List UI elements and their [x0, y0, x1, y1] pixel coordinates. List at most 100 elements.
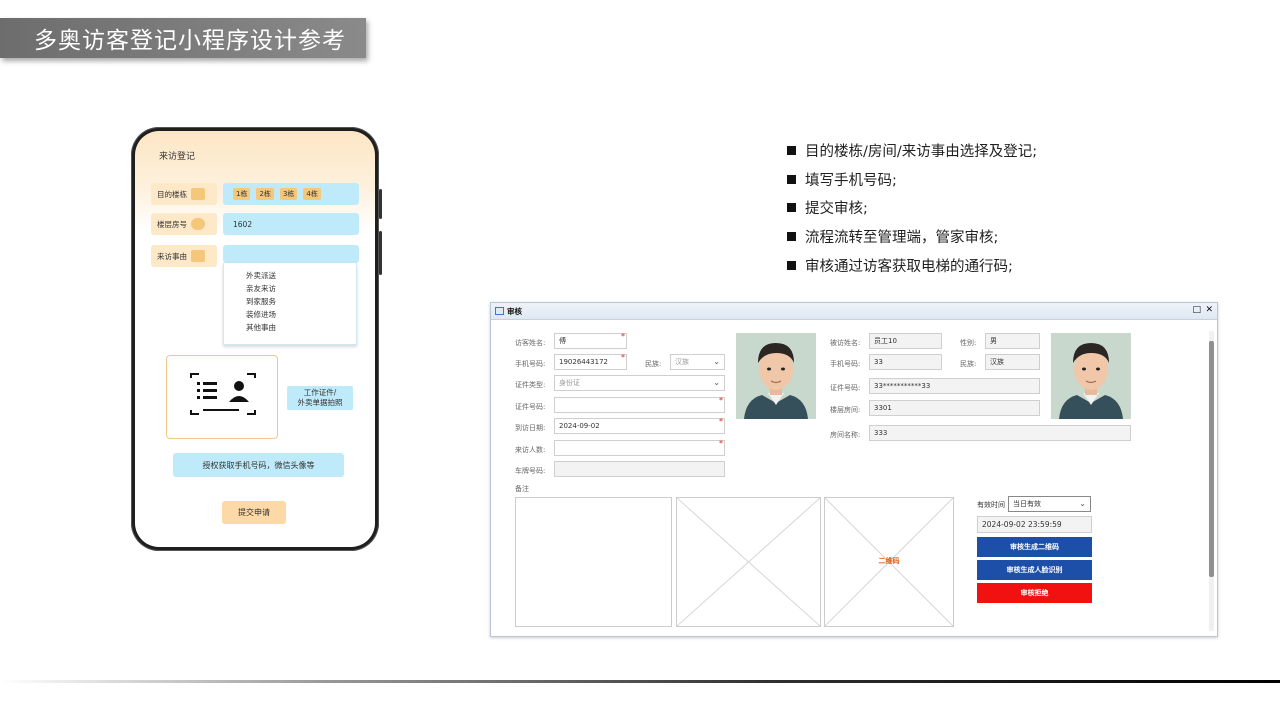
visitor-name-value: 傅: [559, 337, 566, 345]
room-label: 楼层房号: [151, 213, 217, 235]
screen-title: 来访登记: [159, 152, 196, 162]
ethnicity-select[interactable]: 汉族 ⌄: [670, 354, 725, 370]
submit-button[interactable]: 提交申请: [222, 501, 286, 524]
valid-time-select[interactable]: 当日有效 ⌄: [1008, 496, 1091, 512]
reason-label: 来访事由: [151, 245, 217, 267]
chevron-down-icon: ⌄: [1079, 499, 1086, 508]
building-icon: [191, 188, 205, 200]
required-marker: *: [621, 353, 625, 362]
valid-time-label: 有效时间: [977, 501, 1005, 509]
feature-list: 目的楼栋/房间/来访事由选择及登记; 填写手机号码; 提交审核; 流程流转至管理…: [787, 136, 1037, 280]
host-photo: [1051, 333, 1131, 419]
floor-room-input[interactable]: 3301: [869, 400, 1040, 416]
plate-label: 车牌号码:: [515, 467, 546, 475]
slide-title: 多奥访客登记小程序设计参考: [0, 18, 366, 58]
reason-option[interactable]: 外卖派送: [246, 269, 356, 282]
building-chip-4[interactable]: 4栋: [303, 188, 321, 200]
phone-mockup: 来访登记 目的楼栋 1栋 2栋 3栋 4栋 楼层房号 1602 来访事由 外卖派…: [131, 127, 382, 551]
document-icon: [191, 250, 205, 262]
id-number-input[interactable]: *: [554, 396, 725, 413]
remark-textarea[interactable]: [515, 497, 672, 627]
host-ethnicity-label: 民族:: [960, 360, 977, 368]
host-ethnicity-input[interactable]: 汉族: [985, 354, 1040, 370]
chevron-down-icon: ⌄: [713, 357, 720, 366]
reject-button[interactable]: 审核拒绝: [977, 583, 1092, 603]
building-selector: 1栋 2栋 3栋 4栋: [223, 183, 359, 205]
reason-option[interactable]: 装修进场: [246, 308, 356, 321]
reason-option[interactable]: 其他事由: [246, 321, 356, 334]
upload-hint-line-2: 外卖单据拍照: [297, 398, 343, 407]
host-phone-input[interactable]: 33: [869, 354, 942, 370]
id-type-value: 身份证: [559, 379, 580, 387]
required-marker: *: [719, 396, 723, 405]
feature-item: 填写手机号码;: [787, 165, 1037, 194]
building-chip-2[interactable]: 2栋: [256, 188, 274, 200]
feature-text: 流程流转至管理端，管家审核;: [805, 230, 999, 247]
phone-input[interactable]: 19026443172 *: [554, 353, 627, 370]
valid-until-display: 2024-09-02 23:59:59: [977, 516, 1092, 533]
visit-date-label: 到访日期:: [515, 424, 546, 432]
phone-label: 手机号码:: [515, 360, 546, 368]
host-name-input[interactable]: 员工10: [869, 333, 942, 349]
dialog-title: 审核: [507, 306, 522, 316]
visitor-name-input[interactable]: 傅 *: [554, 332, 627, 349]
square-bullet-icon: [787, 232, 796, 242]
room-input[interactable]: 1602: [223, 213, 359, 235]
image-placeholder: [676, 497, 821, 627]
bottom-divider: [0, 680, 1280, 683]
feature-text: 目的楼栋/房间/来访事由选择及登记;: [805, 143, 1038, 160]
phone-side-button: [379, 231, 382, 275]
close-icon[interactable]: ✕: [1205, 305, 1213, 315]
square-bullet-icon: [787, 174, 796, 184]
phone-screen: 来访登记 目的楼栋 1栋 2栋 3栋 4栋 楼层房号 1602 来访事由 外卖派…: [135, 131, 375, 547]
reason-label-text: 来访事由: [157, 251, 187, 261]
building-label: 目的楼栋: [151, 183, 217, 205]
id-photo-upload[interactable]: [166, 355, 278, 439]
reason-select[interactable]: [223, 245, 359, 263]
visit-date-value: 2024-09-02: [559, 422, 600, 430]
layers-icon: [191, 218, 205, 230]
dialog-titlebar: 审核 □ ✕: [491, 303, 1217, 320]
square-bullet-icon: [787, 260, 796, 270]
window-icon: [495, 307, 504, 315]
reason-option[interactable]: 亲友来访: [246, 282, 356, 295]
visitor-count-input[interactable]: *: [554, 439, 725, 456]
building-chip-3[interactable]: 3栋: [279, 188, 298, 200]
phone-value: 19026443172: [559, 358, 608, 366]
required-marker: *: [719, 439, 723, 448]
feature-text: 审核通过访客获取电梯的通行码;: [805, 258, 1013, 275]
host-name-label: 被访姓名:: [830, 339, 861, 347]
person-avatar-icon: [1051, 333, 1131, 419]
id-type-select[interactable]: 身份证 ⌄: [554, 375, 725, 391]
required-marker: *: [621, 332, 625, 341]
feature-text: 填写手机号码;: [805, 172, 897, 189]
authorize-button[interactable]: 授权获取手机号码，微信头像等: [173, 453, 344, 477]
id-number-label: 证件号码:: [515, 403, 546, 411]
scrollbar-thumb[interactable]: [1209, 341, 1214, 577]
room-name-input[interactable]: 333: [869, 425, 1131, 441]
approve-qr-button[interactable]: 审核生成二维码: [977, 537, 1092, 557]
ethnicity-label: 民族:: [645, 360, 662, 368]
maximize-icon[interactable]: □: [1192, 305, 1201, 315]
chevron-down-icon: ⌄: [713, 378, 720, 387]
building-chip-1[interactable]: 1栋: [233, 188, 251, 200]
gender-input[interactable]: 男: [985, 333, 1040, 349]
empty-image-icon: [676, 497, 821, 627]
reason-option[interactable]: 到家服务: [246, 295, 356, 308]
qr-code-placeholder: 二维码: [824, 497, 954, 627]
reason-dropdown: 外卖派送 亲友来访 到家服务 装修进场 其他事由: [223, 263, 357, 345]
visit-date-input[interactable]: 2024-09-02 *: [554, 417, 725, 434]
ethnicity-value: 汉族: [675, 358, 689, 366]
feature-item: 目的楼栋/房间/来访事由选择及登记;: [787, 136, 1037, 165]
visitor-count-label: 来访人数:: [515, 446, 546, 454]
host-id-input[interactable]: 33***********33: [869, 378, 1040, 394]
host-id-label: 证件号码:: [830, 384, 861, 392]
room-label-text: 楼层房号: [157, 219, 187, 229]
feature-item: 审核通过访客获取电梯的通行码;: [787, 251, 1037, 280]
gender-label: 性别:: [960, 339, 977, 347]
floor-room-label: 楼层房间:: [830, 406, 861, 414]
approve-face-button[interactable]: 审核生成人脸识别: [977, 560, 1092, 580]
plate-input[interactable]: [554, 461, 725, 477]
valid-time-value: 当日有效: [1013, 500, 1041, 508]
phone-side-button: [379, 189, 382, 219]
